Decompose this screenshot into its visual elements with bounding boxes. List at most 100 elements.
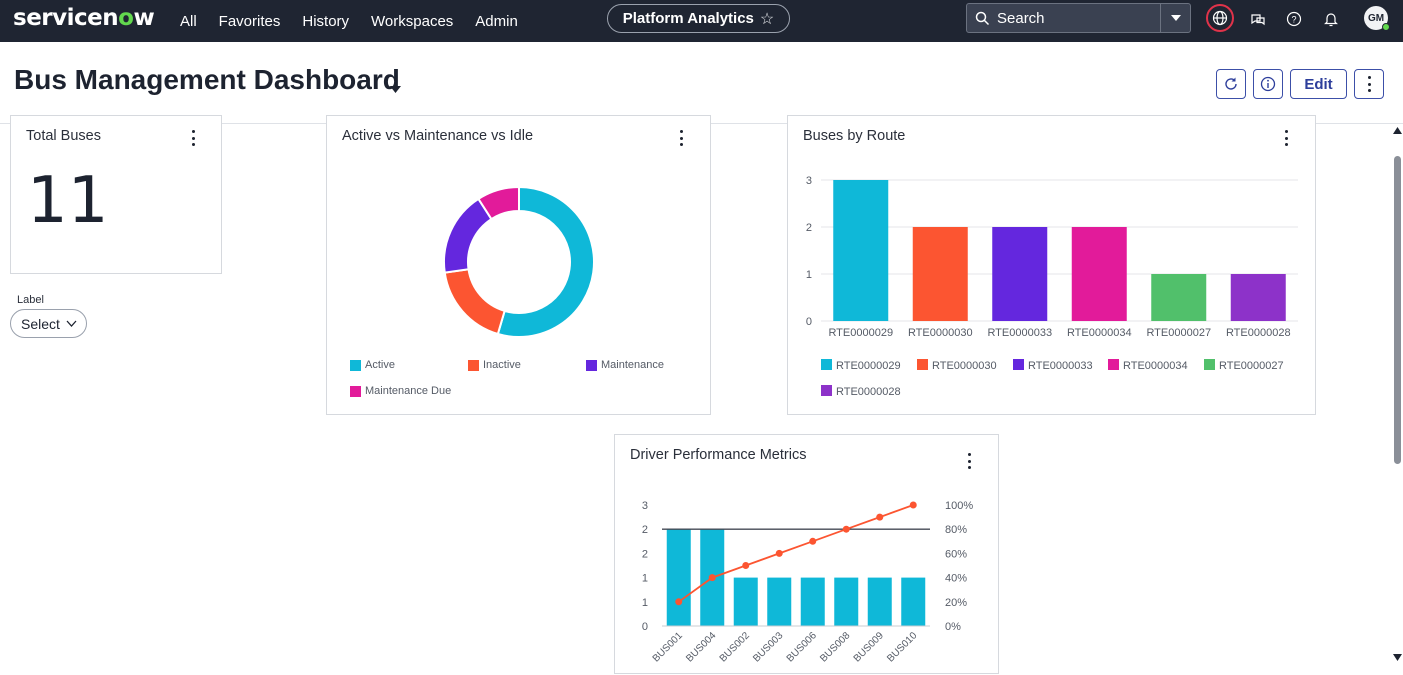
info-icon bbox=[1260, 76, 1276, 92]
dashboard-header: Bus Management Dashboard Edit bbox=[0, 42, 1403, 124]
cumulative-point bbox=[708, 574, 716, 582]
logo-text-end: w bbox=[133, 5, 155, 31]
legend-label: Inactive bbox=[483, 359, 521, 371]
presence-dot bbox=[1382, 23, 1390, 31]
donut-slice bbox=[443, 197, 493, 274]
legend-swatch bbox=[586, 359, 597, 371]
total-buses-card: Total Buses 11 bbox=[10, 115, 222, 274]
nav-item-all[interactable]: All bbox=[180, 13, 197, 30]
search-input[interactable]: Search bbox=[997, 10, 1160, 27]
x-tick-label: BUS010 bbox=[885, 630, 919, 664]
label-filter-select[interactable]: Select bbox=[10, 309, 87, 338]
legend-label: Active bbox=[365, 359, 395, 371]
total-buses-value: 11 bbox=[27, 164, 109, 238]
legend-label: Maintenance Due bbox=[365, 385, 452, 397]
bar bbox=[992, 227, 1048, 321]
more-vertical-icon bbox=[1366, 76, 1372, 92]
legend-label: Maintenance bbox=[601, 359, 664, 371]
user-avatar[interactable]: GM bbox=[1364, 6, 1390, 31]
star-icon[interactable]: ☆ bbox=[760, 9, 774, 29]
legend-item[interactable]: Maintenance Due bbox=[350, 385, 451, 397]
cumulative-point bbox=[675, 598, 683, 606]
search-scope-dropdown[interactable] bbox=[1160, 4, 1190, 32]
legend-swatch bbox=[1108, 359, 1119, 370]
cumulative-point bbox=[809, 537, 817, 545]
bar bbox=[912, 227, 968, 321]
bar bbox=[1230, 274, 1286, 321]
legend-item[interactable]: Maintenance bbox=[586, 359, 664, 371]
scroll-down-icon[interactable] bbox=[1393, 654, 1402, 661]
bar bbox=[901, 577, 926, 626]
y-tick-label: 3 bbox=[642, 500, 648, 512]
servicenow-logo[interactable]: servicenow bbox=[13, 5, 155, 31]
donut-chart bbox=[443, 185, 595, 338]
bell-icon[interactable] bbox=[1318, 6, 1344, 32]
y2-tick-label: 20% bbox=[945, 597, 967, 609]
nav-item-history[interactable]: History bbox=[302, 13, 349, 30]
chat-icon[interactable] bbox=[1245, 6, 1271, 32]
legend-label: RTE0000027 bbox=[1219, 360, 1284, 372]
chevron-down-icon bbox=[66, 320, 77, 327]
bar bbox=[767, 577, 792, 626]
x-tick-label: BUS006 bbox=[785, 630, 819, 664]
legend-label: RTE0000033 bbox=[1028, 360, 1093, 372]
legend-swatch bbox=[1204, 359, 1215, 370]
y-tick-label: 1 bbox=[806, 269, 812, 281]
nav-menu: All Favorites History Workspaces Admin bbox=[180, 0, 540, 42]
avatar-initials: GM bbox=[1367, 12, 1385, 24]
x-tick-label: BUS004 bbox=[684, 630, 718, 664]
logo-o: o bbox=[118, 5, 134, 31]
legend-swatch bbox=[468, 359, 479, 371]
y2-tick-label: 40% bbox=[945, 573, 967, 585]
legend-swatch bbox=[350, 359, 361, 371]
y-tick-label: 1 bbox=[642, 597, 648, 609]
y2-tick-label: 100% bbox=[945, 500, 973, 512]
buses-by-route-card: Buses by Route 0 1 2 3 RTE0000029 RTE0000030 R… bbox=[787, 115, 1316, 415]
route-bar-chart: 0 1 2 3 RTE0000029 RTE0000030 RTE0000033 RTE000… bbox=[806, 175, 1298, 398]
info-button[interactable] bbox=[1253, 69, 1283, 99]
bar bbox=[833, 180, 889, 321]
nav-item-workspaces[interactable]: Workspaces bbox=[371, 13, 453, 30]
context-pill-label: Platform Analytics bbox=[622, 10, 754, 27]
scroll-up-icon[interactable] bbox=[1393, 127, 1402, 134]
refresh-button[interactable] bbox=[1216, 69, 1246, 99]
y-tick-label: 2 bbox=[806, 222, 812, 234]
top-navigation-bar: servicenow All Favorites History Workspa… bbox=[0, 0, 1403, 42]
global-search[interactable]: Search bbox=[966, 3, 1191, 33]
more-vertical-icon[interactable] bbox=[190, 130, 196, 146]
legend-label: RTE0000034 bbox=[1123, 360, 1188, 372]
logo-text: servicen bbox=[13, 5, 119, 31]
scrollbar-thumb[interactable] bbox=[1394, 156, 1401, 464]
edit-button[interactable]: Edit bbox=[1290, 69, 1347, 99]
cumulative-point bbox=[876, 513, 884, 521]
filter-select-value: Select bbox=[21, 315, 60, 332]
cumulative-point bbox=[775, 549, 783, 557]
y2-tick-label: 60% bbox=[945, 548, 967, 560]
legend-item[interactable]: Active bbox=[350, 359, 395, 371]
chevron-down-icon bbox=[1170, 15, 1181, 21]
filter-label: Label bbox=[17, 294, 44, 306]
pareto-chart: 0112230%20%40%60%80%100%BUS001 BUS004 BUS0… bbox=[642, 500, 973, 664]
y-tick-label: 0 bbox=[806, 316, 812, 328]
legend-item[interactable]: Inactive bbox=[468, 359, 521, 371]
chevron-down-icon[interactable] bbox=[390, 80, 401, 98]
status-donut-card: Active vs Maintenance vs Idle Active Ina… bbox=[326, 115, 711, 415]
more-options-button[interactable] bbox=[1354, 69, 1384, 99]
x-tick-label: RTE0000033 bbox=[987, 327, 1052, 339]
context-pill[interactable]: Platform Analytics ☆ bbox=[607, 4, 790, 33]
bar bbox=[834, 577, 859, 626]
legend-label: RTE0000029 bbox=[836, 360, 901, 372]
x-tick-label: RTE0000034 bbox=[1067, 327, 1132, 339]
y-tick-label: 2 bbox=[642, 548, 648, 560]
nav-item-admin[interactable]: Admin bbox=[475, 13, 518, 30]
legend-swatch bbox=[821, 385, 832, 396]
globe-icon[interactable] bbox=[1206, 4, 1234, 32]
x-tick-label: BUS003 bbox=[751, 630, 785, 664]
legend-swatch bbox=[350, 385, 361, 397]
x-tick-label: RTE0000030 bbox=[908, 327, 973, 339]
cumulative-point bbox=[742, 562, 750, 569]
y2-tick-label: 0% bbox=[945, 621, 961, 633]
refresh-icon bbox=[1225, 77, 1237, 90]
help-icon[interactable]: ? bbox=[1281, 6, 1307, 32]
nav-item-favorites[interactable]: Favorites bbox=[219, 13, 281, 30]
